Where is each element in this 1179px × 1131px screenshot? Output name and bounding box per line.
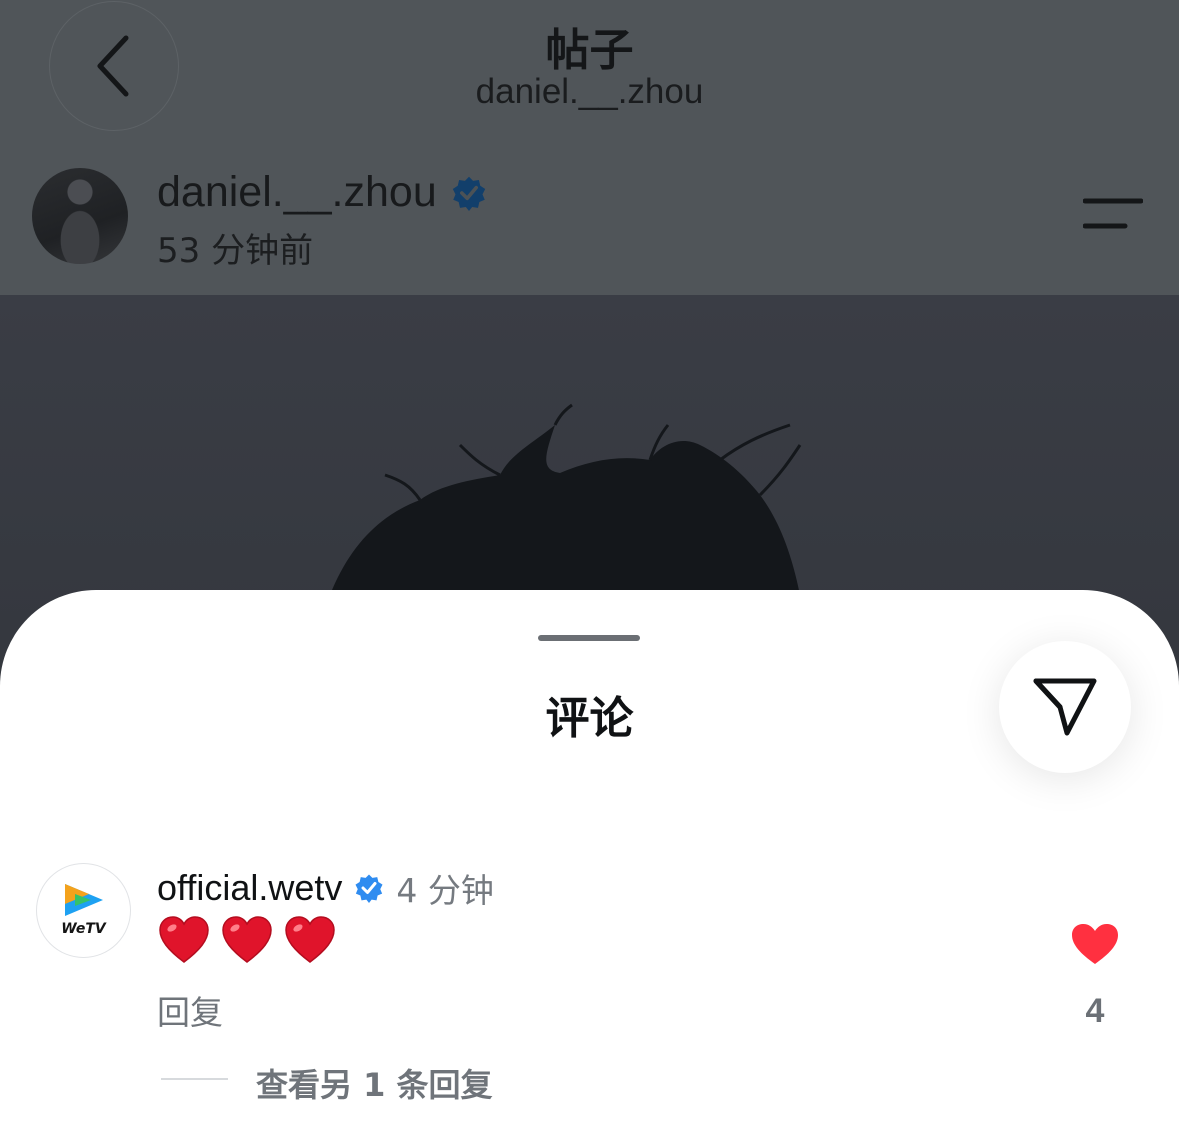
author-avatar[interactable] xyxy=(32,168,128,264)
comment-avatar[interactable]: WeTV xyxy=(36,863,131,958)
comment-text xyxy=(158,916,336,964)
comment-time: 4 分钟 xyxy=(396,871,494,910)
wetv-logo-icon xyxy=(64,884,103,916)
send-icon xyxy=(1033,678,1097,736)
comment-header: official.wetv 4 分钟 xyxy=(157,864,494,912)
author-username-row[interactable]: daniel.__.zhou xyxy=(157,168,487,217)
share-button[interactable] xyxy=(999,641,1131,773)
view-more-replies[interactable]: 查看另 1 条回复 xyxy=(256,1060,493,1106)
comment-username[interactable]: official.wetv xyxy=(157,867,342,909)
sheet-grabber[interactable] xyxy=(538,635,640,641)
top-bar: 帖子 daniel.__.zhou daniel.__.zhou 53 分钟前 xyxy=(0,0,1179,295)
heart-like-icon[interactable] xyxy=(1071,923,1119,965)
reply-button[interactable]: 回复 xyxy=(157,986,223,1034)
like-count: 4 xyxy=(1085,992,1105,1030)
verified-badge-icon xyxy=(452,176,485,211)
replies-divider xyxy=(161,1078,228,1080)
page-subtitle: daniel.__.zhou xyxy=(475,72,704,111)
heart-emoji-icon xyxy=(285,916,335,963)
verified-badge-icon xyxy=(355,874,383,903)
post-time: 53 分钟前 xyxy=(157,231,314,271)
comments-sheet: 评论 WeTV official.wetv 4 分钟 回复 4 查看另 1 条回… xyxy=(0,590,1179,1131)
heart-emoji-icon xyxy=(222,916,272,963)
author-username: daniel.__.zhou xyxy=(157,168,437,216)
heart-emoji-icon xyxy=(159,916,209,963)
menu-lines-icon[interactable] xyxy=(1083,196,1143,232)
page-title: 帖子 xyxy=(545,25,634,76)
wetv-logo-text: WeTV xyxy=(61,921,106,937)
